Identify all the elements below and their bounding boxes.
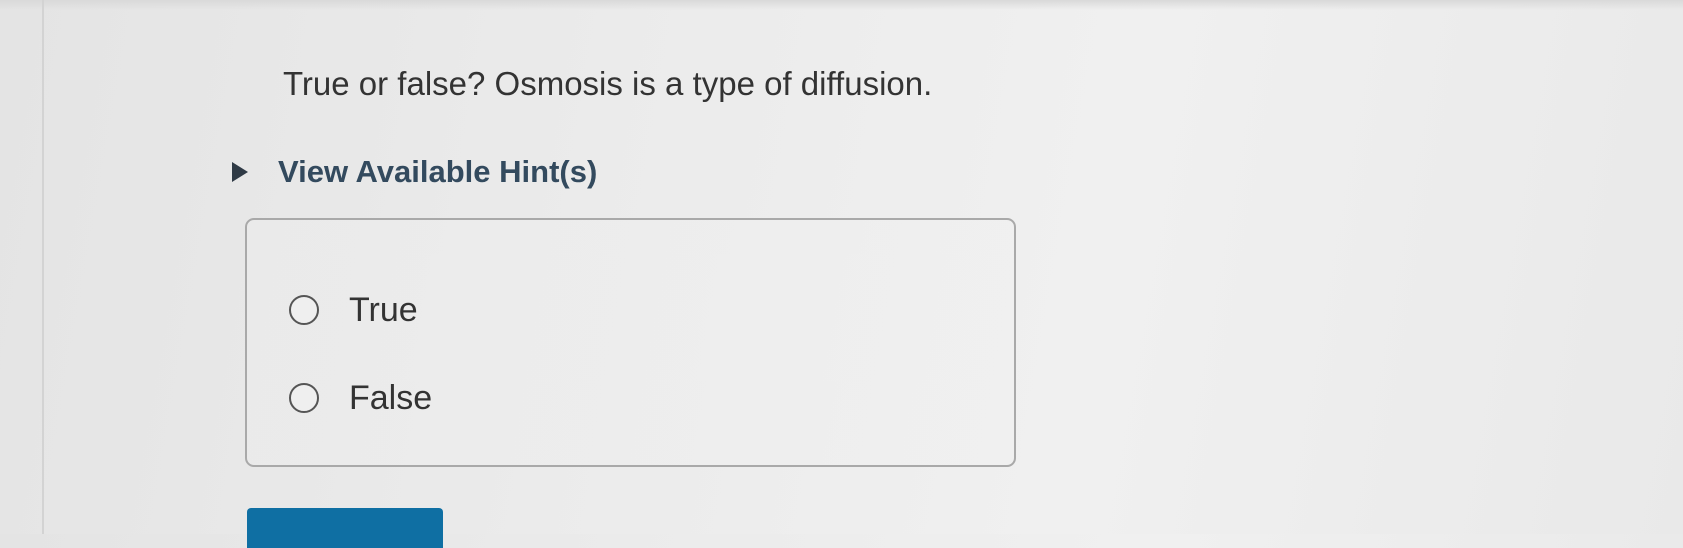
submit-button[interactable] <box>247 508 443 548</box>
view-hints-toggle[interactable]: View Available Hint(s) <box>232 150 597 194</box>
top-edge <box>0 0 1683 10</box>
option-true[interactable]: True <box>289 290 418 330</box>
option-false[interactable]: False <box>289 378 432 418</box>
option-true-label: True <box>349 291 418 329</box>
content-left-border <box>42 0 44 534</box>
question-text: True or false? Osmosis is a type of diff… <box>283 65 933 102</box>
radio-false[interactable] <box>289 383 319 413</box>
caret-right-icon <box>232 162 248 182</box>
answer-options-box: True False <box>245 218 1016 467</box>
option-false-label: False <box>349 379 433 417</box>
radio-true[interactable] <box>289 295 319 325</box>
view-hints-label: View Available Hint(s) <box>278 154 598 189</box>
